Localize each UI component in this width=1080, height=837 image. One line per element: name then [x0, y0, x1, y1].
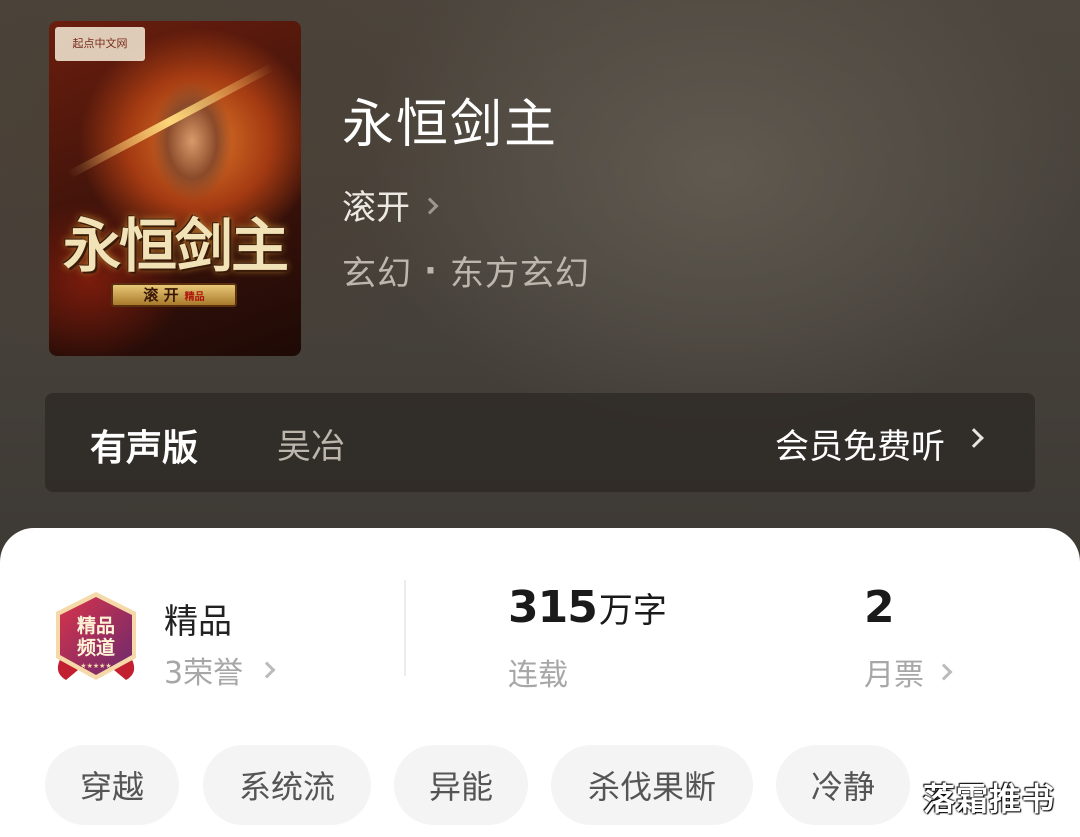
stats-divider [404, 580, 406, 676]
svg-text:精品: 精品 [77, 614, 115, 637]
genre-separator: · [424, 250, 438, 291]
subgenre-label[interactable]: 东方玄幻 [450, 246, 590, 295]
honors-count: 3荣誉 [164, 656, 244, 691]
word-count: 315 万字 [508, 582, 667, 633]
author-name: 滚开 [342, 188, 410, 228]
svg-text:★★★★★: ★★★★★ [80, 662, 111, 670]
cover-author-plaque: 滚 开精品 [111, 283, 237, 307]
book-cover-image[interactable]: 起点中文网 永恒剑主 滚 开精品 [49, 21, 301, 356]
member-free-listen-button[interactable]: 会员免费听 [775, 419, 945, 468]
monthly-ticket-link[interactable]: 月票 [864, 650, 953, 694]
cover-mark: 精品 [184, 292, 205, 303]
genre-info: 玄幻 · 东方玄幻 [342, 246, 590, 295]
chevron-right-icon [258, 661, 276, 679]
cover-title-art: 永恒剑主 [62, 212, 289, 280]
word-count-number: 315 [508, 582, 598, 633]
audio-version-label: 有声版 [90, 428, 199, 469]
monthly-ticket-count: 2 [864, 582, 895, 633]
tag-chip[interactable]: 穿越 [45, 745, 179, 825]
tag-chip[interactable]: 系统流 [203, 745, 371, 825]
chevron-right-icon [421, 197, 439, 214]
word-count-unit: 万字 [598, 591, 667, 631]
cover-publisher-logo: 起点中文网 [55, 27, 145, 61]
cover-author-text: 滚 开 [143, 286, 179, 304]
watermark-text: 落霜推书 [923, 780, 1056, 818]
honors-link[interactable]: 3荣誉 [164, 648, 276, 692]
audio-narrator: 吴冶 [277, 427, 345, 467]
chevron-right-icon [964, 428, 984, 448]
badge-title: 精品 [164, 602, 232, 642]
tag-list: 穿越 系统流 异能 杀伐果断 冷静 [0, 745, 1080, 829]
book-header: 起点中文网 永恒剑主 滚 开精品 永恒剑主 滚开 玄幻 · 东方玄幻 有声版 吴… [0, 0, 1080, 600]
book-title: 永恒剑主 [342, 95, 559, 155]
tag-chip[interactable]: 杀伐果断 [551, 745, 753, 825]
genre-label[interactable]: 玄幻 [342, 246, 412, 295]
tag-chip[interactable]: 异能 [394, 745, 528, 825]
chevron-right-icon [935, 663, 953, 681]
monthly-ticket-label: 月票 [864, 658, 924, 693]
premium-badge-icon[interactable]: 精品 频道 ★★★★★ [48, 590, 144, 686]
serial-status: 连载 [508, 658, 568, 693]
tag-chip[interactable]: 冷静 [776, 745, 910, 825]
author-link[interactable]: 滚开 [342, 180, 439, 229]
audio-version-bar[interactable]: 有声版 吴冶 会员免费听 [45, 393, 1035, 492]
svg-text:频道: 频道 [77, 636, 115, 659]
